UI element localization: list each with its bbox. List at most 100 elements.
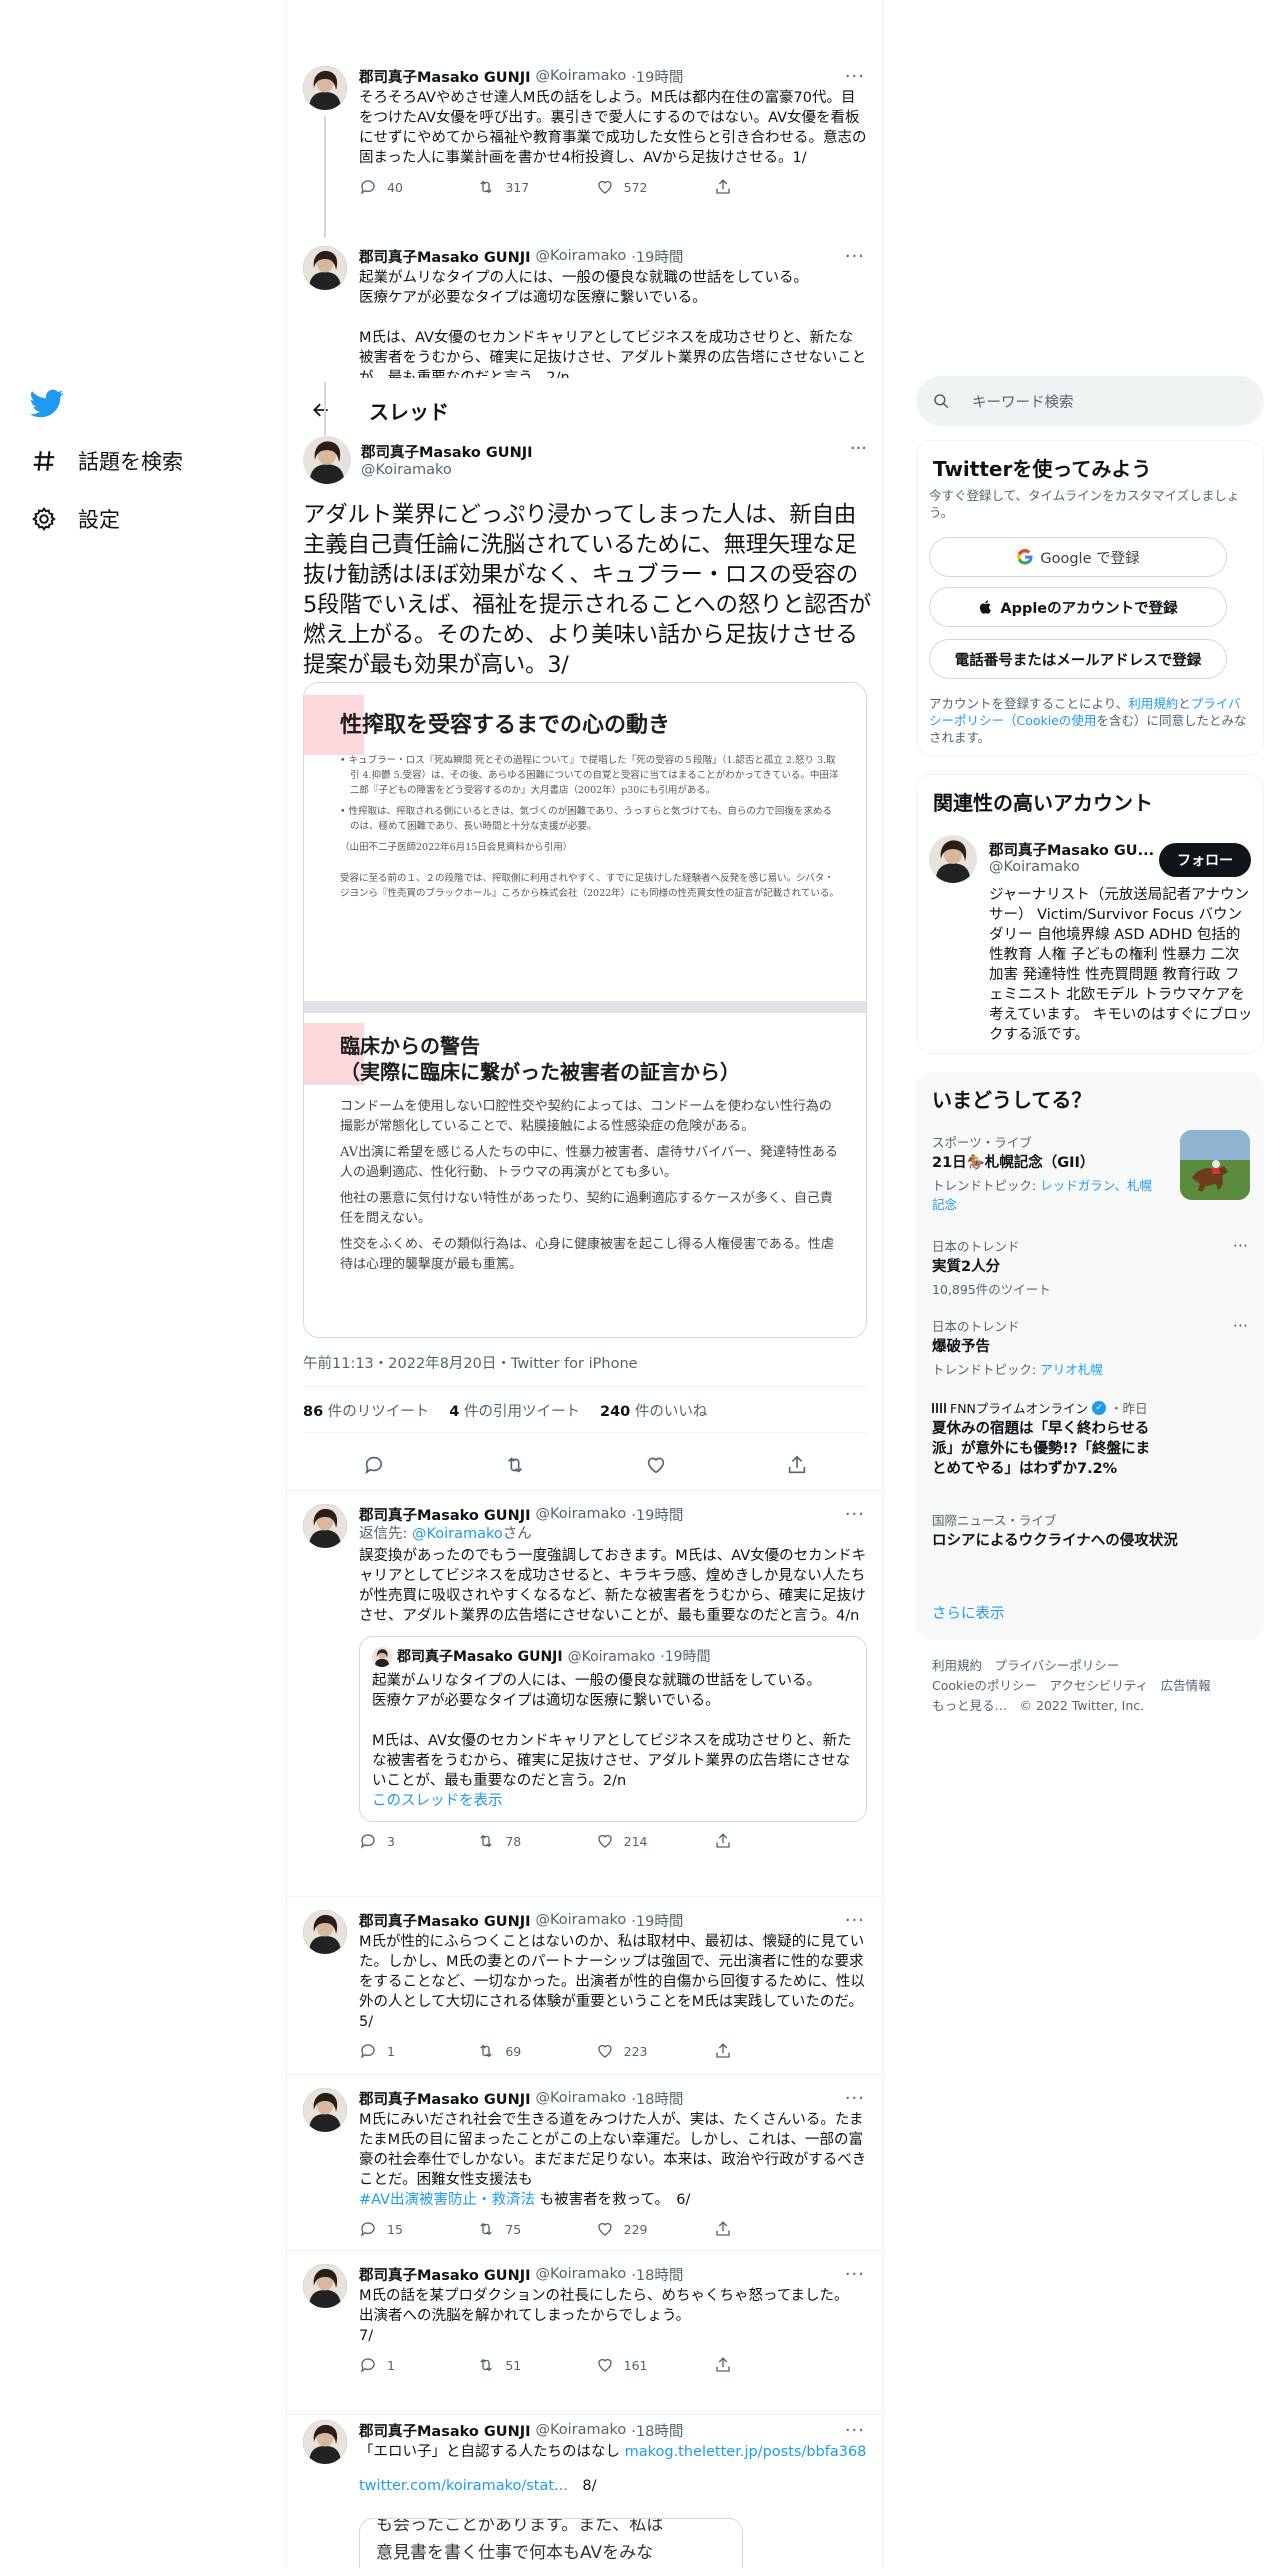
main-tweet-image[interactable]: 性搾取を受容するまでの心の動き • キュブラー・ロス『死ぬ瞬間 死とその過程につ…: [303, 682, 867, 1338]
retweet-button[interactable]: 78: [477, 1832, 547, 1850]
share-button[interactable]: [714, 2356, 784, 2374]
retweet-button[interactable]: 75: [477, 2220, 547, 2238]
retweet-button[interactable]: 69: [477, 2042, 547, 2060]
reply-button[interactable]: 15: [359, 2220, 429, 2238]
avatar[interactable]: [303, 2264, 347, 2308]
reply-icon[interactable]: [363, 1454, 385, 1476]
terms-link[interactable]: 利用規約: [1128, 696, 1178, 711]
more-icon[interactable]: ···: [845, 1910, 865, 1931]
reply-tweet-6[interactable]: 郡司真子Masako GUNJI @Koiramako ·18時間 ··· M氏にみい…: [287, 2088, 883, 2238]
trend-item[interactable]: 日本のトレンド 実質2人分 10,895件のツイート: [932, 1236, 1252, 1298]
retweet-count[interactable]: 86 件のリツイート: [303, 1400, 429, 1421]
twitter-logo-icon[interactable]: [30, 386, 66, 422]
quoted-tweet[interactable]: 郡司真子Masako GUNJI @Koiramako ·19時間 起業がムリなタイ…: [359, 1636, 867, 1822]
like-count[interactable]: 240 件のいいね: [600, 1400, 707, 1421]
like-button[interactable]: 214: [596, 1832, 666, 1850]
share-button[interactable]: [714, 178, 784, 196]
reply-button[interactable]: 1: [359, 2356, 429, 2374]
trend-item[interactable]: 日本のトレンド 爆破予告 トレンドトピック: アリオ札幌: [932, 1316, 1252, 1378]
avatar[interactable]: [303, 436, 351, 484]
related-handle[interactable]: @Koiramako: [989, 859, 1080, 875]
author-name[interactable]: 郡司真子Masako GUNJI: [359, 66, 531, 87]
author-handle[interactable]: @Koiramako: [536, 1506, 627, 1522]
footer-more-link[interactable]: もっと見る…: [932, 1698, 1007, 1713]
more-icon[interactable]: ···: [845, 246, 865, 267]
thread-tweet-2[interactable]: 郡司真子Masako GUNJI @Koiramako ·19時間 ··· 起業がムリ…: [287, 246, 883, 378]
retweet-button[interactable]: 317: [477, 178, 547, 196]
apple-signup-button[interactable]: Appleのアカウントで登録: [929, 587, 1227, 627]
footer-link[interactable]: アクセシビリティ: [1049, 1678, 1148, 1693]
like-button[interactable]: 223: [596, 2042, 666, 2060]
footer-link[interactable]: Cookieのポリシー: [932, 1678, 1037, 1693]
avatar[interactable]: [303, 1910, 347, 1954]
heart-icon[interactable]: [645, 1454, 667, 1476]
trend-item[interactable]: スポーツ・ライブ 21日🏇札幌記念（GII） トレンドトピック: レッドガラン、…: [932, 1132, 1162, 1213]
more-icon[interactable]: ···: [845, 1504, 865, 1525]
author-name[interactable]: 郡司真子Masako GUNJI: [359, 1910, 531, 1931]
reply-button[interactable]: 40: [359, 178, 429, 196]
thread-tweet-1[interactable]: 郡司真子Masako GUNJI @Koiramako ·19時間 ··· そろそろA…: [287, 66, 883, 196]
tweet-time[interactable]: ·18時間: [631, 2264, 683, 2285]
reply-tweet-5[interactable]: 郡司真子Masako GUNJI @Koiramako ·19時間 ··· M氏が性的…: [287, 1910, 883, 2060]
related-name[interactable]: 郡司真子Masako GU...: [989, 839, 1154, 860]
nav-explore[interactable]: 話題を検索: [30, 446, 183, 476]
more-icon[interactable]: ···: [1233, 1236, 1248, 1255]
google-signup-button[interactable]: Google で登録: [929, 537, 1227, 577]
avatar[interactable]: [303, 246, 347, 290]
more-icon[interactable]: ···: [850, 438, 867, 459]
share-icon[interactable]: [786, 1454, 808, 1476]
link-card[interactable]: も会ったことがあります。また、私は 意見書を書く仕事で何本もAVをみな: [359, 2518, 743, 2568]
like-button[interactable]: 229: [596, 2220, 666, 2238]
author-handle[interactable]: @Koiramako: [536, 2422, 627, 2438]
more-icon[interactable]: ···: [845, 66, 865, 87]
share-button[interactable]: [714, 2042, 784, 2060]
hashtag-link[interactable]: #AV出演被害防止・救済法: [359, 2192, 535, 2208]
trend-item[interactable]: FNNプライムオンライン ✓ ・昨日 夏休みの宿題は「早く終わらせる派」が意外に…: [932, 1398, 1252, 1479]
reply-button[interactable]: 1: [359, 2042, 429, 2060]
tweet-time[interactable]: ·18時間: [631, 2420, 683, 2441]
author-name[interactable]: 郡司真子Masako GUNJI: [359, 2088, 531, 2109]
tweet-time[interactable]: ·18時間: [631, 2088, 683, 2109]
author-handle[interactable]: @Koiramako: [536, 68, 627, 84]
tweet-time[interactable]: ·19時間: [631, 1504, 683, 1525]
share-button[interactable]: [714, 1832, 784, 1850]
quote-count[interactable]: 4 件の引用ツイート: [449, 1400, 580, 1421]
share-button[interactable]: [714, 2220, 784, 2238]
reply-button[interactable]: 3: [359, 1832, 429, 1850]
author-handle[interactable]: @Koiramako: [361, 462, 452, 478]
show-thread-link[interactable]: このスレッドを表示: [372, 1791, 854, 1811]
avatar[interactable]: [303, 66, 347, 110]
back-arrow-icon[interactable]: [303, 392, 339, 428]
tweet-time[interactable]: ·19時間: [631, 1910, 683, 1931]
phone-email-signup-button[interactable]: 電話番号またはメールアドレスで登録: [929, 639, 1227, 679]
more-icon[interactable]: ···: [845, 2088, 865, 2109]
more-icon[interactable]: ···: [845, 2264, 865, 2285]
avatar[interactable]: [303, 2088, 347, 2132]
like-button[interactable]: 161: [596, 2356, 666, 2374]
follow-button[interactable]: フォロー: [1159, 843, 1251, 877]
footer-link[interactable]: 広告情報: [1161, 1678, 1211, 1693]
like-button[interactable]: 572: [596, 178, 666, 196]
main-tweet-timestamp[interactable]: 午前11:13・2022年8月20日・Twitter for iPhone: [303, 1352, 638, 1373]
author-name[interactable]: 郡司真子Masako GUNJI: [359, 246, 531, 267]
search-input[interactable]: キーワード検索: [972, 391, 1074, 412]
author-handle[interactable]: @Koiramako: [536, 2090, 627, 2106]
author-handle[interactable]: @Koiramako: [536, 1912, 627, 1928]
reply-tweet-8[interactable]: 郡司真子Masako GUNJI @Koiramako ·18時間 ··· 「エロい子…: [287, 2420, 883, 2568]
footer-link[interactable]: 利用規約: [932, 1658, 982, 1673]
retweet-icon[interactable]: [504, 1454, 526, 1476]
author-name[interactable]: 郡司真子Masako GUNJI: [359, 1504, 531, 1525]
avatar[interactable]: [929, 835, 977, 883]
trend-item[interactable]: 国際ニュース・ライブ ロシアによるウクライナへの侵攻状況: [932, 1510, 1252, 1551]
reply-to-link[interactable]: @Koiramako: [412, 1526, 503, 1542]
search-bar[interactable]: キーワード検索: [916, 376, 1264, 426]
author-name[interactable]: 郡司真子Masako GUNJI: [361, 441, 533, 462]
show-more-link[interactable]: さらに表示: [932, 1602, 1005, 1623]
more-icon[interactable]: ···: [1233, 1316, 1248, 1335]
nav-settings[interactable]: 設定: [30, 504, 120, 534]
reply-tweet-7[interactable]: 郡司真子Masako GUNJI @Koiramako ·18時間 ··· M氏の話を…: [287, 2264, 883, 2374]
tweet-time[interactable]: ·19時間: [631, 66, 683, 87]
author-name[interactable]: 郡司真子Masako GUNJI: [359, 2264, 531, 2285]
avatar[interactable]: [303, 2420, 347, 2464]
reply-tweet-4[interactable]: 郡司真子Masako GUNJI @Koiramako ·19時間 ··· 返信先: …: [287, 1504, 883, 1850]
